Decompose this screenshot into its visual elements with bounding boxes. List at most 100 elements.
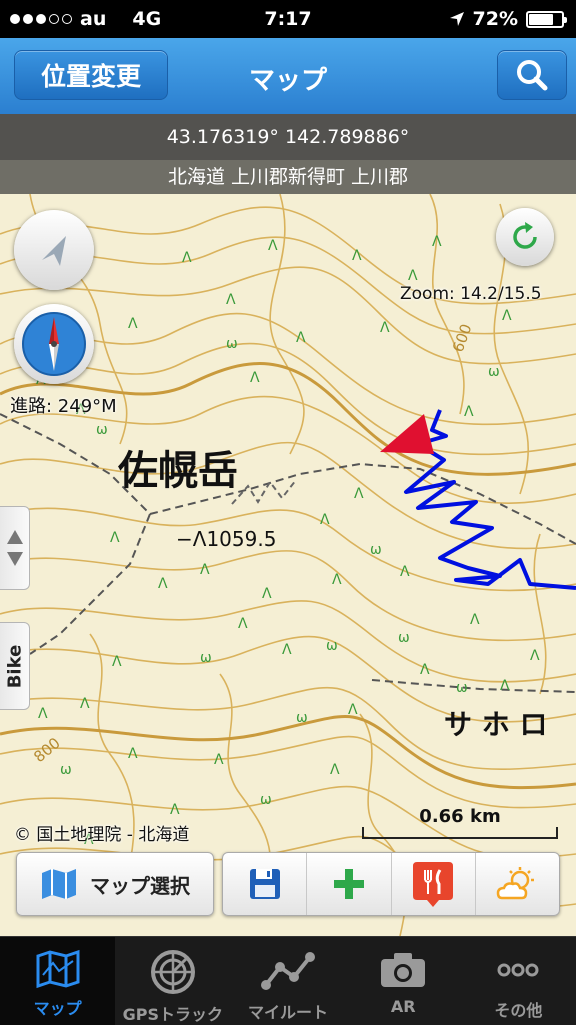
battery-percent: 72% (472, 8, 518, 30)
map-select-button[interactable]: マップ選択 (16, 852, 214, 916)
tab-ar[interactable]: AR (346, 937, 461, 1025)
add-button[interactable] (307, 853, 392, 915)
svg-text:Λ: Λ (158, 576, 168, 592)
svg-text:Λ: Λ (400, 564, 410, 580)
svg-text:Λ: Λ (332, 572, 342, 588)
map-icon (42, 869, 76, 899)
svg-text:ω: ω (296, 710, 308, 726)
address-bar: 北海道 上川郡新得町 上川郡 (0, 160, 576, 194)
search-icon (517, 60, 548, 91)
svg-text:Λ: Λ (110, 530, 120, 546)
page-title: マップ (248, 66, 327, 96)
svg-text:Λ: Λ (502, 308, 512, 324)
weather-button[interactable] (476, 853, 559, 915)
svg-text:Λ: Λ (38, 706, 48, 722)
svg-text:Λ: Λ (320, 512, 330, 528)
refresh-button[interactable] (496, 208, 554, 266)
svg-text:Λ: Λ (128, 746, 138, 762)
svg-text:Λ: Λ (500, 678, 510, 694)
svg-text:Λ: Λ (408, 268, 418, 284)
svg-text:ω: ω (226, 336, 238, 352)
svg-text:ω: ω (96, 422, 108, 438)
map-copyright: © 国土地理院 - 北海道 (14, 825, 190, 845)
up-down-arrows-icon (6, 530, 23, 566)
status-right: 72% (449, 8, 567, 30)
navigation-arrow-icon (42, 236, 66, 266)
svg-text:Λ: Λ (238, 616, 248, 632)
svg-text:Λ: Λ (170, 802, 180, 818)
location-arrow-icon (449, 12, 464, 26)
svg-text:Λ: Λ (214, 752, 224, 768)
svg-text:Λ: Λ (348, 702, 358, 718)
map-scale: 0.66 km (362, 806, 558, 839)
restaurant-icon (413, 862, 454, 907)
svg-text:Λ: Λ (330, 762, 340, 778)
svg-text:Λ: Λ (128, 316, 138, 332)
status-bar: au 4G 7:17 72% (0, 0, 576, 38)
svg-text:Λ: Λ (250, 370, 260, 386)
tab-my-route-label: マイルート (248, 1003, 329, 1022)
action-toolbar (222, 852, 560, 916)
scale-bar (362, 827, 558, 839)
add-icon (333, 869, 364, 899)
map-panel-toggle[interactable] (0, 506, 30, 590)
svg-text:Λ: Λ (80, 696, 90, 712)
route-icon (261, 952, 315, 990)
locate-me-button[interactable] (14, 210, 94, 290)
svg-text:Λ: Λ (296, 330, 306, 346)
svg-text:Λ: Λ (112, 654, 122, 670)
svg-text:Λ: Λ (354, 486, 364, 502)
tab-more-label: その他 (494, 1001, 543, 1020)
bike-mode-label: Bike (4, 644, 25, 688)
search-button[interactable] (497, 50, 567, 100)
compass-button[interactable] (14, 304, 94, 384)
tab-gps-track[interactable]: GPSトラック (115, 937, 230, 1025)
svg-text:−Λ1059.5: −Λ1059.5 (176, 527, 276, 551)
svg-text:Λ: Λ (464, 404, 474, 420)
tab-gps-track-label: GPSトラック (122, 1005, 223, 1024)
tab-more[interactable]: その他 (461, 937, 576, 1025)
svg-text:ω: ω (398, 630, 410, 646)
svg-text:ω: ω (488, 364, 500, 380)
svg-text:Λ: Λ (530, 648, 540, 664)
map-select-label: マップ選択 (90, 873, 190, 898)
tab-map[interactable]: マップ (0, 937, 116, 1025)
map-view[interactable]: ΛΛΛ ΛΛΛ ΛΛΛ ΛωΛ ΛωΛ ωΛΛ ΛωΛ ΛΛΛ ΛΛΛ Λωω … (0, 114, 576, 936)
tab-bar: マップ GPSトラック マイルート AR その他 (0, 936, 576, 1025)
svg-text:Λ: Λ (380, 320, 390, 336)
weather-icon (497, 867, 535, 900)
more-icon (497, 963, 539, 977)
svg-text:サ ホ ロ: サ ホ ロ (444, 708, 548, 741)
svg-text:ω: ω (260, 792, 272, 808)
svg-text:佐幌岳: 佐幌岳 (117, 447, 238, 494)
refresh-icon (513, 222, 537, 249)
camera-icon (381, 953, 426, 987)
svg-text:ω: ω (326, 638, 338, 654)
svg-text:ω: ω (200, 650, 212, 666)
tab-my-route[interactable]: マイルート (230, 937, 345, 1025)
bike-mode-tab[interactable]: Bike (0, 622, 30, 710)
radar-icon (150, 950, 195, 994)
svg-text:Λ: Λ (420, 662, 430, 678)
svg-text:Λ: Λ (268, 238, 278, 254)
svg-text:Λ: Λ (282, 642, 292, 658)
coordinates-bar: 43.176319° 142.789886° (0, 114, 576, 160)
compass-icon (22, 312, 86, 376)
heading-label: 進路: 249°M (10, 396, 117, 417)
svg-text:Λ: Λ (226, 292, 236, 308)
svg-text:ω: ω (370, 542, 382, 558)
tab-map-label: マップ (33, 999, 82, 1018)
scale-distance: 0.66 km (419, 806, 501, 827)
save-button[interactable] (223, 853, 308, 915)
tab-ar-label: AR (390, 997, 416, 1016)
restaurant-button[interactable] (392, 853, 476, 915)
map-icon (36, 949, 80, 989)
navigation-bar: 位置変更 マップ (0, 38, 576, 114)
svg-text:ω: ω (60, 762, 72, 778)
svg-text:Λ: Λ (432, 234, 442, 250)
svg-text:Λ: Λ (182, 250, 192, 266)
svg-text:Λ: Λ (200, 562, 210, 578)
svg-text:Λ: Λ (352, 248, 362, 264)
save-icon (249, 869, 280, 899)
zoom-level: Zoom: 14.2/15.5 (400, 284, 542, 304)
